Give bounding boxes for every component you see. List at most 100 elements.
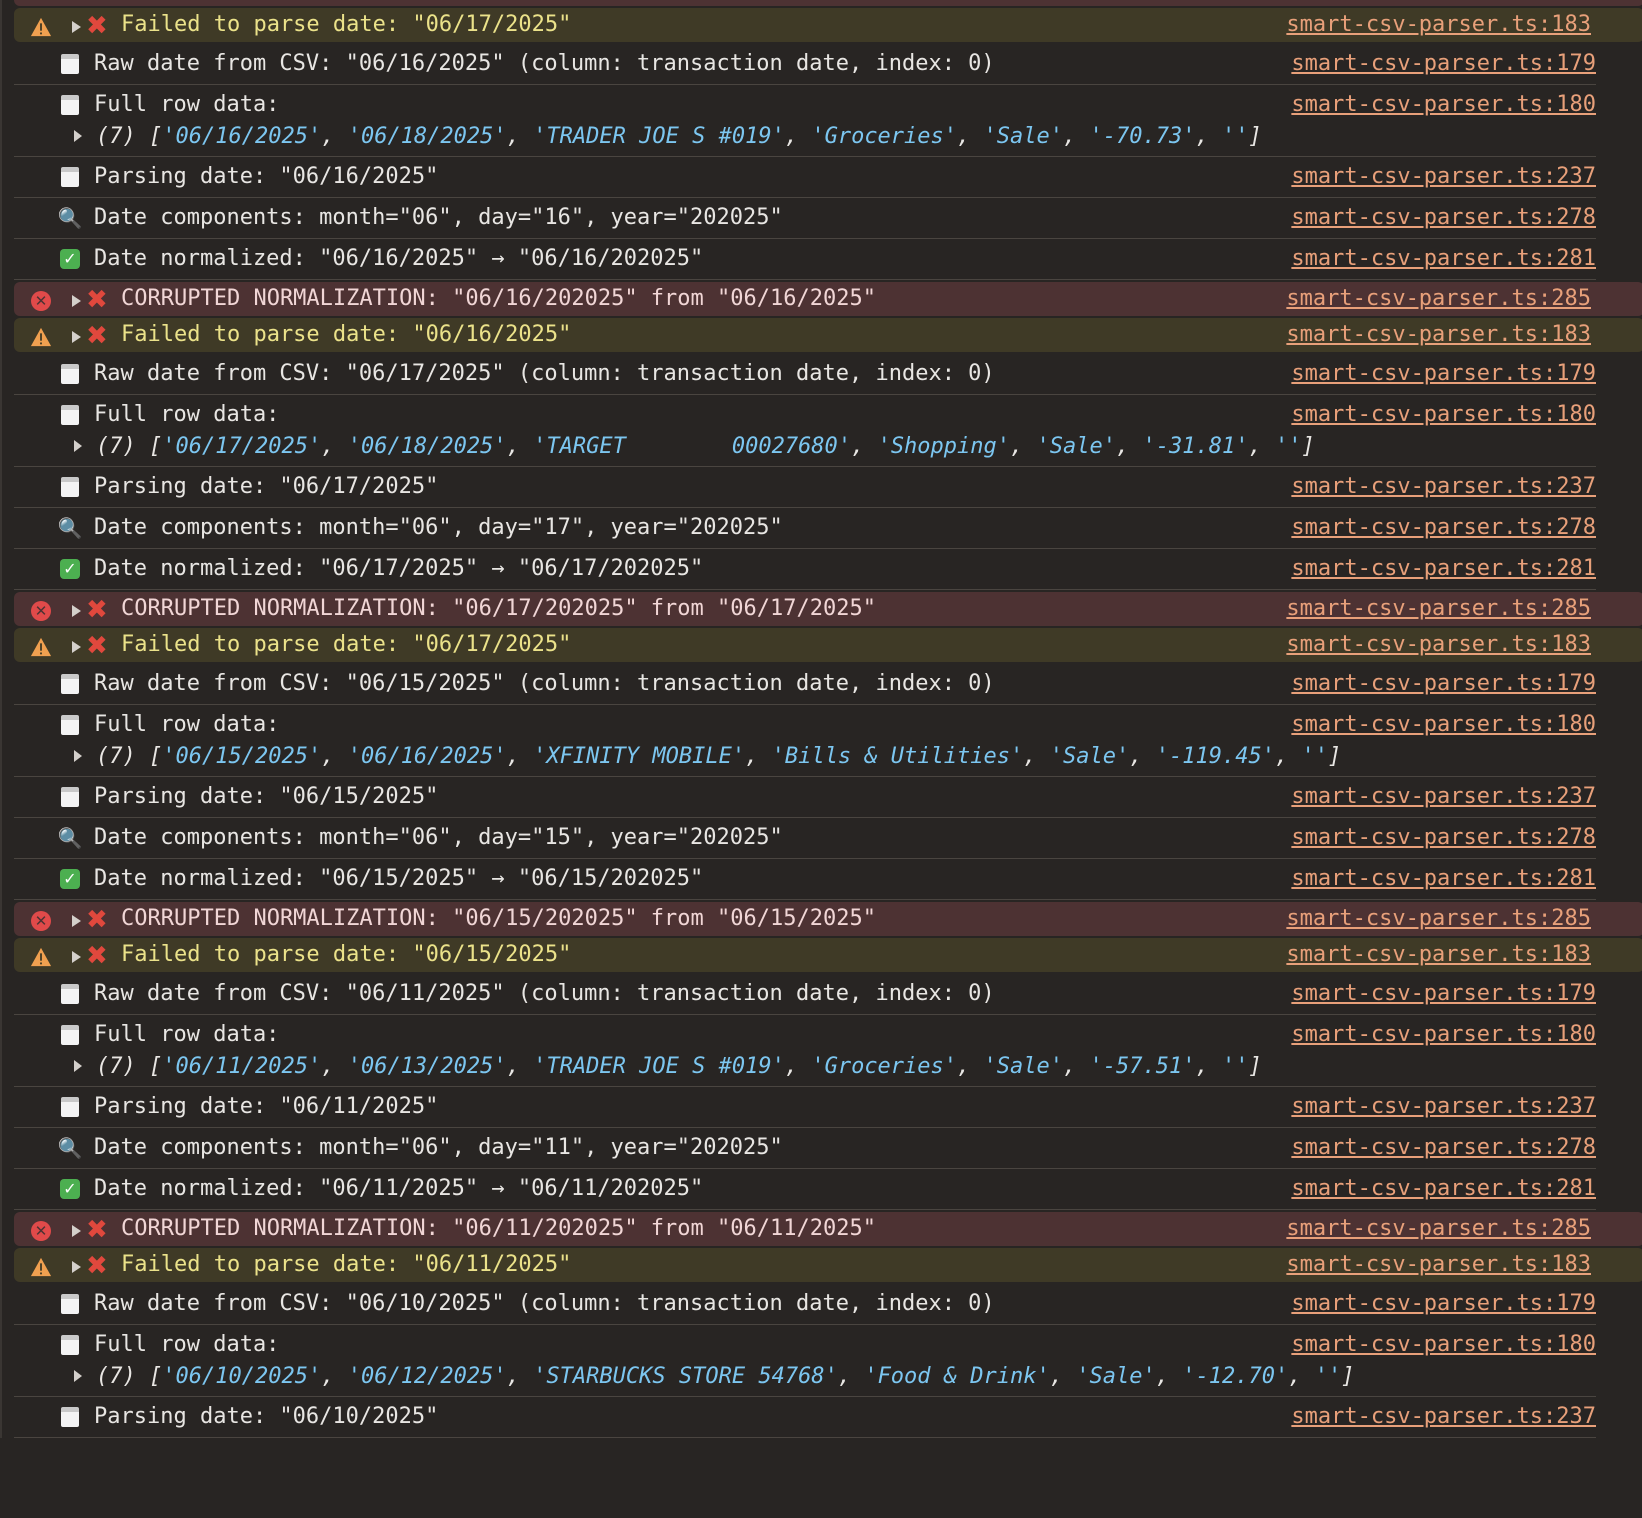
array-item: 'Groceries' bbox=[811, 124, 958, 149]
console-warning-row[interactable]: ✖ Failed to parse date: "06/17/2025" smart… bbox=[14, 8, 1642, 42]
magnifier-icon: 🔍 bbox=[57, 1136, 83, 1160]
source-location-link[interactable]: smart-csv-parser.ts:278 bbox=[1291, 824, 1596, 852]
source-location-link[interactable]: smart-csv-parser.ts:179 bbox=[1291, 360, 1596, 388]
array-preview[interactable]: (7) ['06/16/2025', '06/18/2025', 'TRADER… bbox=[74, 123, 1262, 151]
source-location-link[interactable]: smart-csv-parser.ts:281 bbox=[1291, 555, 1596, 583]
calendar-icon bbox=[60, 786, 80, 808]
source-location-link[interactable]: smart-csv-parser.ts:180 bbox=[1291, 711, 1596, 739]
expand-toggle-icon[interactable] bbox=[72, 331, 81, 343]
source-location-link[interactable]: smart-csv-parser.ts:179 bbox=[1291, 1290, 1596, 1318]
console-error-row[interactable]: ✕ ✖ CORRUPTED NORMALIZATION: "06/11/202025… bbox=[14, 1212, 1642, 1246]
console-log-row: Full row data: smart-csv-parser.ts:180 (7)… bbox=[14, 1015, 1596, 1087]
console-log-row: Parsing date: "06/17/2025" smart-csv-pars… bbox=[14, 467, 1596, 508]
array-item: '-12.70' bbox=[1182, 1364, 1289, 1389]
console-log-row: 🔍 Date components: month="06", day="16", … bbox=[14, 198, 1596, 239]
expand-array-icon[interactable] bbox=[74, 749, 82, 762]
array-item: '06/10/2025' bbox=[162, 1364, 322, 1389]
error-icon: ✕ bbox=[30, 1220, 52, 1242]
source-location-link[interactable]: smart-csv-parser.ts:237 bbox=[1291, 1403, 1596, 1431]
console-message-text: Parsing date: "06/15/2025" bbox=[94, 784, 439, 809]
source-location-link[interactable]: smart-csv-parser.ts:183 bbox=[1286, 631, 1591, 659]
console-error-row[interactable]: ✕ ✖ CORRUPTED NORMALIZATION: "06/17/202025… bbox=[14, 592, 1642, 626]
source-location-link[interactable]: smart-csv-parser.ts:183 bbox=[1286, 321, 1591, 349]
console-error-row[interactable]: ✕ ✖ CORRUPTED NORMALIZATION: "06/15/202025… bbox=[14, 902, 1642, 936]
magnifier-icon: 🔍 bbox=[57, 206, 83, 230]
console-message-text: Date normalized: "06/11/2025" → "06/11/2… bbox=[94, 1176, 704, 1201]
array-item: 'Shopping' bbox=[877, 434, 1011, 459]
source-location-link[interactable]: smart-csv-parser.ts:278 bbox=[1291, 514, 1596, 542]
source-location-link[interactable]: smart-csv-parser.ts:179 bbox=[1291, 980, 1596, 1008]
expand-array-icon[interactable] bbox=[74, 439, 82, 452]
console-warning-row[interactable]: ✖ Failed to parse date: "06/11/2025" smart… bbox=[14, 1248, 1642, 1282]
source-location-link[interactable]: smart-csv-parser.ts:281 bbox=[1291, 1175, 1596, 1203]
source-location-link[interactable]: smart-csv-parser.ts:183 bbox=[1286, 11, 1591, 39]
console-log-row: ✓ Date normalized: "06/15/2025" → "06/15/… bbox=[14, 859, 1596, 900]
expand-array-icon[interactable] bbox=[74, 129, 82, 142]
console-message-text: Parsing date: "06/11/2025" bbox=[94, 1094, 439, 1119]
source-location-link[interactable]: smart-csv-parser.ts:285 bbox=[1286, 1215, 1591, 1243]
expand-toggle-icon[interactable] bbox=[72, 1261, 81, 1273]
source-location-link[interactable]: smart-csv-parser.ts:237 bbox=[1291, 783, 1596, 811]
warning-icon bbox=[30, 16, 52, 38]
source-location-link[interactable]: smart-csv-parser.ts:183 bbox=[1286, 1251, 1591, 1279]
console-messages: ✖ Failed to parse date: "06/17/2025" smart… bbox=[2, 8, 1642, 1438]
console-error-row[interactable]: ✕ ✖ CORRUPTED NORMALIZATION: "06/16/202025… bbox=[14, 282, 1642, 316]
array-item: '' bbox=[1314, 1364, 1342, 1389]
source-location-link[interactable]: smart-csv-parser.ts:278 bbox=[1291, 1134, 1596, 1162]
source-location-link[interactable]: smart-csv-parser.ts:278 bbox=[1291, 204, 1596, 232]
source-location-link[interactable]: smart-csv-parser.ts:180 bbox=[1291, 91, 1596, 119]
array-preview[interactable]: (7) ['06/11/2025', '06/13/2025', 'TRADER… bbox=[74, 1053, 1262, 1081]
console-log-row: Raw date from CSV: "06/15/2025" (column:… bbox=[14, 664, 1596, 705]
source-location-link[interactable]: smart-csv-parser.ts:180 bbox=[1291, 401, 1596, 429]
source-location-link[interactable]: smart-csv-parser.ts:183 bbox=[1286, 941, 1591, 969]
array-item: '06/17/2025' bbox=[162, 434, 322, 459]
cross-mark-icon: ✖ bbox=[86, 321, 108, 351]
console-message-text: Full row data: bbox=[94, 402, 280, 427]
array-preview[interactable]: (7) ['06/15/2025', '06/16/2025', 'XFINIT… bbox=[74, 743, 1341, 771]
console-message-text: Failed to parse date: "06/16/2025" bbox=[121, 322, 572, 347]
source-location-link[interactable]: smart-csv-parser.ts:180 bbox=[1291, 1331, 1596, 1359]
error-icon: ✕ bbox=[30, 910, 52, 932]
expand-toggle-icon[interactable] bbox=[72, 641, 81, 653]
array-preview[interactable]: (7) ['06/17/2025', '06/18/2025', 'TARGET… bbox=[74, 433, 1315, 461]
console-log-row: 🔍 Date components: month="06", day="15", … bbox=[14, 818, 1596, 859]
source-location-link[interactable]: smart-csv-parser.ts:281 bbox=[1291, 245, 1596, 273]
console-warning-row[interactable]: ✖ Failed to parse date: "06/16/2025" smart… bbox=[14, 318, 1642, 352]
console-log-row: Full row data: smart-csv-parser.ts:180 (7)… bbox=[14, 395, 1596, 467]
array-item: 'Sale' bbox=[1049, 744, 1130, 769]
console-message-text: Date components: month="06", day="16", y… bbox=[94, 205, 783, 230]
console-log-row: ✓ Date normalized: "06/11/2025" → "06/11/… bbox=[14, 1169, 1596, 1210]
console-message-text: Raw date from CSV: "06/15/2025" (column:… bbox=[94, 671, 995, 696]
console-warning-row[interactable]: ✖ Failed to parse date: "06/17/2025" smart… bbox=[14, 628, 1642, 662]
source-location-link[interactable]: smart-csv-parser.ts:180 bbox=[1291, 1021, 1596, 1049]
expand-toggle-icon[interactable] bbox=[72, 915, 81, 927]
source-location-link[interactable]: smart-csv-parser.ts:179 bbox=[1291, 50, 1596, 78]
console-log-row: ✓ Date normalized: "06/16/2025" → "06/16/… bbox=[14, 239, 1596, 280]
checkmark-icon: ✓ bbox=[60, 558, 80, 580]
source-location-link[interactable]: smart-csv-parser.ts:285 bbox=[1286, 285, 1591, 313]
array-item: 'XFINITY MOBILE' bbox=[533, 744, 746, 769]
source-location-link[interactable]: smart-csv-parser.ts:237 bbox=[1291, 473, 1596, 501]
source-location-link[interactable]: smart-csv-parser.ts:237 bbox=[1291, 163, 1596, 191]
console-warning-row[interactable]: ✖ Failed to parse date: "06/15/2025" smart… bbox=[14, 938, 1642, 972]
expand-array-icon[interactable] bbox=[74, 1369, 82, 1382]
array-item: '06/16/2025' bbox=[162, 124, 322, 149]
expand-toggle-icon[interactable] bbox=[72, 951, 81, 963]
array-item: '-31.81' bbox=[1142, 434, 1249, 459]
source-location-link[interactable]: smart-csv-parser.ts:237 bbox=[1291, 1093, 1596, 1121]
error-icon: ✕ bbox=[30, 290, 52, 312]
expand-array-icon[interactable] bbox=[74, 1059, 82, 1072]
expand-toggle-icon[interactable] bbox=[72, 1225, 81, 1237]
source-location-link[interactable]: smart-csv-parser.ts:285 bbox=[1286, 905, 1591, 933]
calendar-icon bbox=[60, 1293, 80, 1315]
expand-toggle-icon[interactable] bbox=[72, 605, 81, 617]
expand-toggle-icon[interactable] bbox=[72, 21, 81, 33]
source-location-link[interactable]: smart-csv-parser.ts:285 bbox=[1286, 595, 1591, 623]
source-location-link[interactable]: smart-csv-parser.ts:179 bbox=[1291, 670, 1596, 698]
array-item: '-119.45' bbox=[1155, 744, 1275, 769]
array-preview[interactable]: (7) ['06/10/2025', '06/12/2025', 'STARBU… bbox=[74, 1363, 1354, 1391]
expand-toggle-icon[interactable] bbox=[72, 295, 81, 307]
console-message-text: CORRUPTED NORMALIZATION: "06/11/202025" … bbox=[121, 1216, 876, 1241]
source-location-link[interactable]: smart-csv-parser.ts:281 bbox=[1291, 865, 1596, 893]
magnifier-icon: 🔍 bbox=[57, 826, 83, 850]
